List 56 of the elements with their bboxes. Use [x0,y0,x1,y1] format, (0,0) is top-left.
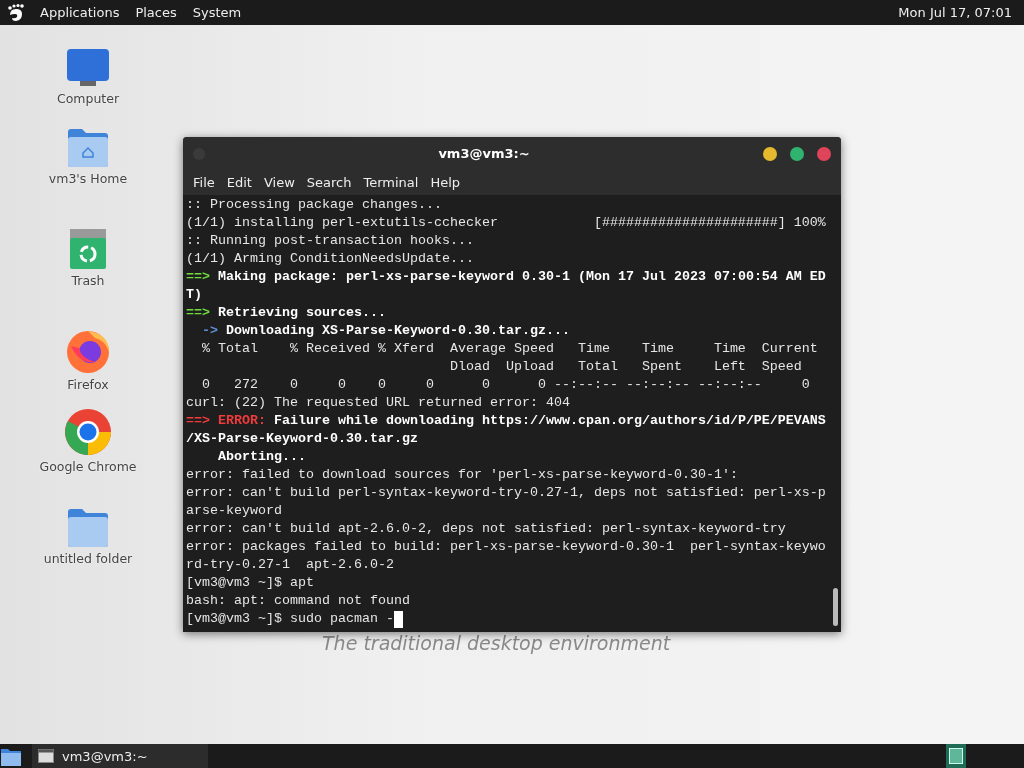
menu-item[interactable]: View [257,175,301,190]
panel-menu[interactable]: System [186,5,248,20]
terminal-line: rd-try-0.27-1 apt-2.6.0-2 [186,556,394,574]
folder-icon [67,508,109,548]
chrome-icon [64,408,112,456]
terminal-line: /XS-Parse-Keyword-0.30.tar.gz [186,430,418,448]
terminal-line: error: failed to download sources for 'perl-xs-parse-keyword-0.30-1': [186,466,738,484]
maximize-button[interactable] [790,146,804,161]
terminal-line: T) [186,286,202,304]
terminal-line: -> Downloading XS-Parse-Keyword-0.30.tar.gz... [201,322,570,340]
desktop-icon-label[interactable]: Firefox [67,377,109,392]
menu-item[interactable]: Search [300,175,358,190]
terminal-line: ==> Making package: perl-xs-parse-keyword 0.30-1 (Mon 17 Jul 2023 07:00:54 AM ED [186,268,826,286]
desktop-icon-label[interactable]: untitled folder [43,551,133,566]
terminal-line: :: Running post-transaction hooks... [186,232,474,250]
menu-item[interactable]: Help [424,175,467,190]
terminal-line: [vm3@vm3 ~]$ sudo pacman - [186,610,394,628]
terminal-line: error: can't build perl-syntax-keyword-try-0.27-1, deps not satisfied: perl-xs-p [186,484,826,502]
menu-item[interactable]: Terminal [357,175,425,190]
menu-item[interactable]: Edit [220,175,258,190]
window-icon [38,749,54,763]
terminal-line: bash: apt: command not found [186,592,410,610]
terminal-line: [vm3@vm3 ~]$ apt [186,574,314,592]
terminal-line: Aborting... [217,448,306,466]
terminal-line: (1/1) installing perl-extutils-cchecker [######################] 100% [186,214,826,232]
close-button[interactable] [817,146,831,161]
terminal-line: (1/1) Arming ConditionNeedsUpdate... [186,250,474,268]
foot-logo-icon[interactable] [6,2,26,23]
terminal-line: :: Processing package changes... [186,196,442,214]
recycle-bin-icon [69,228,107,270]
window-title: vm3@vm3:~ [437,146,531,161]
terminal-line: error: can't build apt-2.6.0-2, deps not satisfied: perl-syntax-keyword-try [186,520,786,538]
terminal-line: Dload Upload Total Spent Left Speed [448,358,802,376]
desktop-icon-label[interactable]: vm3's Home [48,171,128,186]
desktop-icon-label[interactable]: Trash [71,273,105,288]
terminal-line: % Total % Received % Xferd Average Speed Time Time Time Current [201,340,818,358]
clock[interactable]: Mon Jul 17, 07:01 [892,5,1018,20]
terminal-line: ==> ERROR: Failure while downloading https://www.cpan.org/authors/id/P/PE/PEVANS [186,412,826,430]
desktop-icon-label[interactable]: Computer [56,91,120,106]
firefox-icon [65,328,111,374]
monitor-icon [66,48,110,88]
desktop-icon-label[interactable]: Google Chrome [39,459,137,474]
terminal-line: curl: (22) The requested URL returned error: 404 [186,394,570,412]
menu-item[interactable]: File [187,175,221,190]
terminal-line: arse-keyword [186,502,282,520]
workspace-switcher[interactable] [946,744,966,768]
panel-menu[interactable]: Applications [34,5,126,20]
minimize-button[interactable] [763,146,777,161]
taskbar-window-button[interactable]: vm3@vm3:~ [32,744,208,768]
home-folder-icon [67,128,109,168]
terminal-line: error: packages failed to build: perl-xs-parse-keyword-0.30-1 perl-syntax-keywo [186,538,826,556]
scrollbar-thumb[interactable] [832,588,838,626]
terminal-line: ==> Retrieving sources... [186,304,386,322]
panel-menu[interactable]: Places [129,5,183,20]
terminal-line: 0 272 0 0 0 0 0 0 --:--:-- --:--:-- --:--:-- 0 [201,376,810,394]
wallpaper-slogan: The traditional desktop environment [322,632,671,654]
